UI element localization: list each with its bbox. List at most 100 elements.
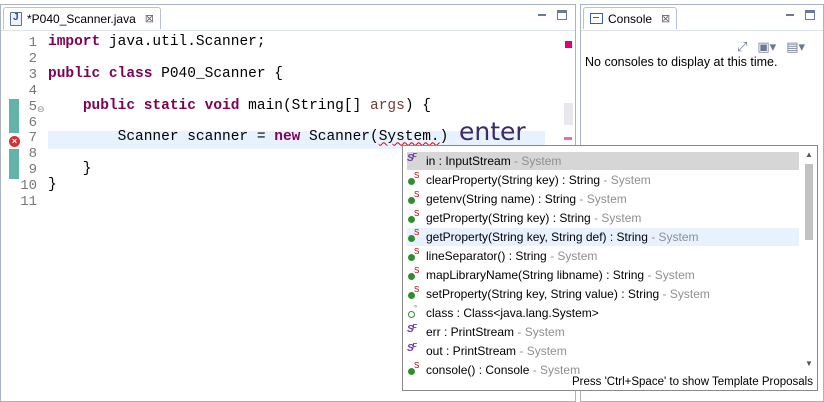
class-literal-icon: °: [407, 304, 421, 320]
code-token: args: [370, 97, 405, 114]
proposal-signature: getProperty(String key) : String: [426, 211, 591, 225]
console-message: No consoles to display at this time.: [585, 55, 778, 69]
line-number: 4: [28, 82, 37, 99]
scroll-up-icon[interactable]: ▲: [805, 150, 813, 159]
maximize-icon[interactable]: [557, 10, 567, 20]
proposal-item[interactable]: SlineSeparator() : String - System: [407, 247, 799, 265]
proposal-item[interactable]: Sgetenv(String name) : String - System: [407, 190, 799, 208]
proposal-item[interactable]: S F err : PrintStream - System: [407, 323, 799, 341]
proposal-signature: clearProperty(String key) : String: [426, 173, 601, 187]
error-overview-marker[interactable]: [565, 41, 572, 48]
console-tab-label: Console: [608, 11, 653, 26]
static-method-icon: S: [407, 266, 421, 282]
proposal-declaring-type: - System: [644, 268, 695, 282]
proposal-signature: in : InputStream: [426, 154, 511, 168]
proposal-declaring-type: - System: [529, 363, 581, 377]
line-number: 8: [28, 146, 37, 163]
scroll-down-icon[interactable]: ▼: [805, 359, 813, 368]
line-number: 2: [28, 50, 37, 67]
overview-marker[interactable]: [564, 137, 572, 140]
code-token: P040_Scanner {: [152, 65, 283, 82]
close-tab-icon[interactable]: ⊠: [661, 12, 670, 25]
tab-console[interactable]: Console ⊠: [583, 7, 678, 29]
popup-scrollbar[interactable]: ▲ ▼: [803, 150, 815, 368]
line-number: 1: [28, 35, 37, 51]
code-token: Scanner scanner =: [48, 129, 275, 146]
static-method-icon: S: [407, 171, 421, 187]
line-number: 3: [28, 66, 37, 83]
proposal-item[interactable]: S F in : InputStream - System: [407, 152, 799, 170]
proposal-item[interactable]: S F out : PrintStream - System: [407, 342, 799, 360]
proposal-signature: class : Class<java.lang.System>: [426, 306, 599, 320]
popup-scroll-thumb[interactable]: [805, 164, 813, 240]
proposal-item[interactable]: SmapLibraryName(String libname) : String…: [407, 266, 799, 284]
static-final-field-icon: SF: [407, 152, 417, 164]
code-token: }: [48, 161, 92, 178]
code-token: import: [48, 34, 101, 50]
maximize-icon[interactable]: [805, 10, 815, 20]
proposal-item[interactable]: SsetProperty(String key, String value) :…: [407, 285, 799, 303]
static-method-icon: S: [407, 190, 421, 206]
proposal-declaring-type: - System: [546, 249, 598, 263]
console-tabbar: Console ⊠: [581, 5, 823, 31]
tab-p040-scanner[interactable]: *P040_Scanner.java ⊠: [3, 7, 161, 29]
change-marker: [9, 149, 19, 179]
code-token: main(String[]: [239, 97, 370, 114]
minimize-icon[interactable]: [537, 10, 547, 20]
open-console-icon[interactable]: ▤▾: [786, 39, 805, 55]
code-token: static: [143, 97, 196, 114]
code-token: ) {: [404, 97, 431, 114]
proposal-declaring-type: - System: [600, 173, 651, 187]
code-token: public: [48, 65, 101, 82]
proposal-declaring-type: - System: [659, 287, 710, 301]
enter-annotation: enter: [459, 117, 526, 146]
proposal-item[interactable]: ° class : Class<java.lang.System>: [407, 304, 799, 322]
code-token: java.util.Scanner;: [100, 34, 266, 50]
scrollbar-thumb[interactable]: [564, 103, 573, 125]
change-marker: [9, 99, 19, 133]
proposal-signature: out : PrintStream: [426, 344, 517, 358]
code-token: }: [48, 177, 57, 194]
fold-toggle-icon[interactable]: ⊖: [37, 104, 45, 115]
line-number: 7: [28, 130, 37, 147]
console-view-icon: [590, 13, 603, 24]
proposal-item[interactable]: SgetProperty(String key, String def) : S…: [407, 228, 799, 246]
proposal-signature: console() : Console: [426, 363, 530, 377]
code-token: ): [439, 129, 449, 146]
code-token: new: [274, 129, 301, 146]
code-line[interactable]: }: [48, 161, 92, 177]
proposal-declaring-type: - System: [516, 344, 567, 358]
code-line[interactable]: Scanner scanner = new Scanner(System.): [48, 129, 449, 146]
proposal-declaring-type: - System: [510, 154, 562, 168]
pin-console-icon[interactable]: ⤢: [737, 39, 747, 55]
code-token: Scanner(: [300, 129, 379, 146]
close-tab-icon[interactable]: ⊠: [145, 12, 154, 25]
minimize-icon[interactable]: [785, 10, 795, 20]
proposal-signature: getProperty(String key, String def) : St…: [426, 230, 648, 244]
content-assist-popup: S Fin : InputStream - System SclearPropert…: [402, 145, 818, 391]
line-number: 11: [20, 194, 37, 210]
static-final-field-icon: SF: [407, 342, 417, 354]
proposal-signature: err : PrintStream: [426, 325, 515, 339]
proposal-signature: setProperty(String key, String value) : …: [426, 287, 660, 301]
proposal-item[interactable]: SgetProperty(String key) : String - Syst…: [407, 209, 799, 227]
proposal-signature: getenv(String name) : String: [426, 192, 577, 206]
code-line[interactable]: public static void main(String[] args) {: [48, 98, 431, 114]
code-token: System.: [378, 129, 440, 146]
proposal-item[interactable]: SclearProperty(String key) : String - Sy…: [407, 171, 799, 189]
proposal-signature: mapLibraryName(String libname) : String: [426, 268, 645, 282]
code-line[interactable]: import java.util.Scanner;: [48, 34, 266, 50]
console-toolbar: ⤢ ▣▾ ▤▾: [737, 39, 805, 55]
line-number: 9: [28, 162, 37, 179]
display-console-icon[interactable]: ▣▾: [757, 39, 776, 55]
code-line[interactable]: public class P040_Scanner {: [48, 66, 283, 82]
editor-tab-label: *P040_Scanner.java: [27, 11, 136, 26]
code-line[interactable]: }: [48, 177, 57, 193]
proposal-declaring-type: - System: [590, 211, 642, 225]
proposal-declaring-type: - System: [576, 192, 627, 206]
java-file-icon: [10, 11, 22, 26]
